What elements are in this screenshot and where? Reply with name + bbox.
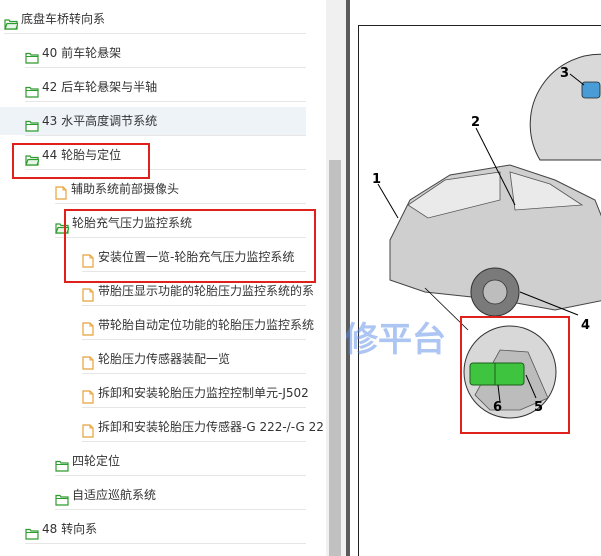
tree-item-label: 40 前车轮悬架 [42,46,122,60]
tree-item[interactable]: 轮胎压力传感器装配一览 [0,345,306,373]
row-separator [82,441,306,442]
tree-item[interactable]: 四轮定位 [0,447,306,475]
tree-item-label: 安装位置一览-轮胎充气压力监控系统 [98,250,295,264]
tree-item[interactable]: 自适应巡航系统 [0,481,306,509]
vehicle-diagram [377,53,601,419]
tree-item-label: 轮胎充气压力监控系统 [72,216,193,230]
document-icon [82,284,96,302]
folder-open-icon [55,216,70,234]
watermark: 修平台 [346,320,446,360]
folder-open-icon [25,148,40,166]
callout-3: 3 [560,66,570,81]
row-separator [25,543,306,544]
document-icon [82,420,96,438]
tree-item[interactable]: 43 水平高度调节系统 [0,107,306,135]
row-separator [25,169,306,170]
tree-item-label: 辅助系统前部摄像头 [71,182,180,196]
row-separator [82,373,306,374]
row-separator [82,407,306,408]
callout-5: 5 [534,400,544,415]
tree-scrollbar[interactable] [326,0,346,556]
tree-item[interactable]: 轮胎充气压力监控系统 [0,209,306,237]
row-separator [55,237,306,238]
tree-item-label: 48 转向系 [42,522,98,536]
row-separator [55,509,306,510]
document-viewer: 修平台 1 2 3 4 5 6 [346,0,601,556]
tree-item-label: 底盘车桥转向系 [21,12,106,26]
row-separator [4,33,306,34]
folder-open-icon [4,12,19,30]
tree-item[interactable]: 42 后车轮悬架与半轴 [0,73,306,101]
row-separator [25,101,306,102]
tree-item[interactable]: 48 转向系 [0,515,306,543]
document-icon [82,250,96,268]
tree-item[interactable]: 安装位置一览-轮胎充气压力监控系统 [0,243,306,271]
tree-item-label: 自适应巡航系统 [72,488,157,502]
row-separator [25,135,306,136]
row-separator [25,67,306,68]
tree-item[interactable]: 带轮胎自动定位功能的轮胎压力监控系统 [0,311,314,339]
navigation-tree: 底盘车桥转向系 40 前车轮悬架 42 后车轮悬架与半轴 43 水平高度调节系统 44 … [0,0,326,556]
folder-icon [25,522,39,540]
tree-item[interactable]: 44 轮胎与定位 [0,141,306,169]
tree-item-label: 四轮定位 [72,454,121,468]
row-separator [55,475,306,476]
document-icon [82,318,96,336]
document-icon [82,352,96,370]
tpms-control-unit [469,362,525,386]
tree-item-label: 带胎压显示功能的轮胎压力监控系统的系 [98,284,315,298]
tree-item-label: 拆卸和安装轮胎压力监控控制单元-J502 [98,386,309,400]
folder-icon [25,46,39,64]
tree-item-label: 44 轮胎与定位 [42,148,122,162]
tree-item-label: 带轮胎自动定位功能的轮胎压力监控系统 [98,318,315,332]
scrollbar-thumb[interactable] [329,160,341,556]
callout-4: 4 [581,318,591,333]
tree-item[interactable]: 底盘车桥转向系 [0,5,306,33]
callout-2: 2 [471,115,481,130]
tree-item[interactable]: 辅助系统前部摄像头 [0,175,306,203]
tree-item[interactable]: 拆卸和安装轮胎压力传感器-G 222-/-G 22 [0,413,324,441]
callout-1: 1 [372,172,382,187]
tree-item[interactable]: 带胎压显示功能的轮胎压力监控系统的系 [0,277,314,305]
document-page: 修平台 1 2 3 4 5 6 [346,0,601,556]
folder-icon [25,114,39,132]
tree-item-label: 轮胎压力传感器装配一览 [98,352,231,366]
callout-6: 6 [493,400,503,415]
tree-item-label: 43 水平高度调节系统 [42,114,158,128]
row-separator [82,339,306,340]
tree-item[interactable]: 40 前车轮悬架 [0,39,306,67]
row-separator [82,271,306,272]
document-icon [82,386,96,404]
row-separator [55,203,306,204]
folder-icon [55,454,69,472]
row-separator [82,305,306,306]
folder-icon [25,80,39,98]
sensor-part-3 [581,81,601,99]
tree-item-label: 拆卸和安装轮胎压力传感器-G 222-/-G 22 [98,420,324,434]
folder-icon [55,488,69,506]
tree-item[interactable]: 拆卸和安装轮胎压力监控控制单元-J502 [0,379,309,407]
tree-item-label: 42 后车轮悬架与半轴 [42,80,158,94]
document-icon [55,182,69,200]
